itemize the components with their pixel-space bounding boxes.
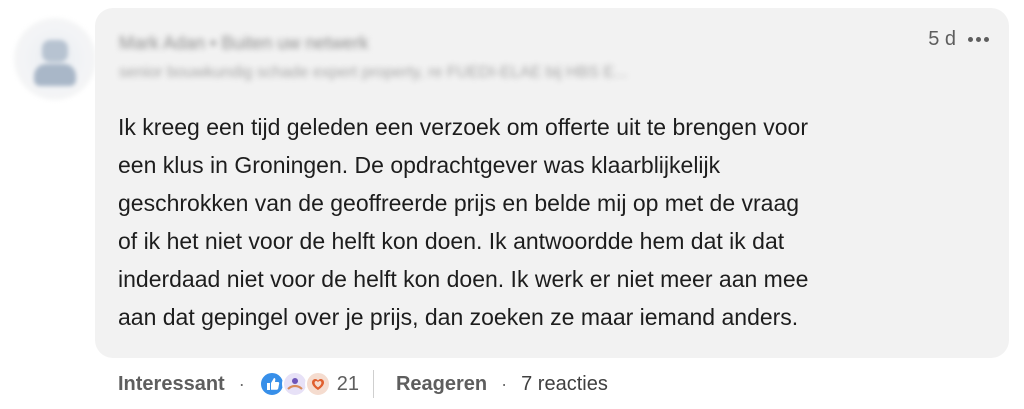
timestamp: 5 d bbox=[928, 28, 956, 50]
like-button[interactable]: Interessant bbox=[118, 373, 225, 396]
reactions-summary[interactable]: 21 bbox=[258, 371, 359, 397]
replies-link[interactable]: 7 reacties bbox=[521, 373, 608, 396]
love-icon bbox=[304, 371, 331, 397]
separator-dot: · bbox=[238, 373, 245, 394]
comment-bubble: Mark Adan • Buiten uw netwerk senior bou… bbox=[95, 8, 1009, 358]
support-icon bbox=[281, 371, 308, 397]
comment-meta: 5 d bbox=[928, 28, 991, 51]
more-horizontal-icon[interactable] bbox=[966, 33, 991, 46]
author-line[interactable]: Mark Adan • Buiten uw netwerk bbox=[119, 33, 368, 54]
separator-dot-2: · bbox=[501, 373, 508, 394]
author-name[interactable]: Mark Adan bbox=[119, 33, 205, 53]
reply-button[interactable]: Reageren bbox=[396, 373, 487, 396]
avatar-head bbox=[42, 40, 68, 62]
avatar[interactable] bbox=[14, 18, 96, 100]
avatar-body bbox=[34, 64, 76, 86]
comment-actions: Interessant · 21 Reageren · 7 reacties bbox=[118, 368, 608, 400]
like-icon bbox=[258, 371, 285, 397]
author-connection: • Buiten uw netwerk bbox=[210, 33, 369, 53]
comment-text: Ik kreeg een tijd geleden een verzoek om… bbox=[118, 114, 809, 330]
author-headline: senior bouwkundig schade expert property… bbox=[119, 64, 628, 81]
reaction-count: 21 bbox=[336, 372, 359, 395]
action-divider bbox=[372, 370, 374, 398]
